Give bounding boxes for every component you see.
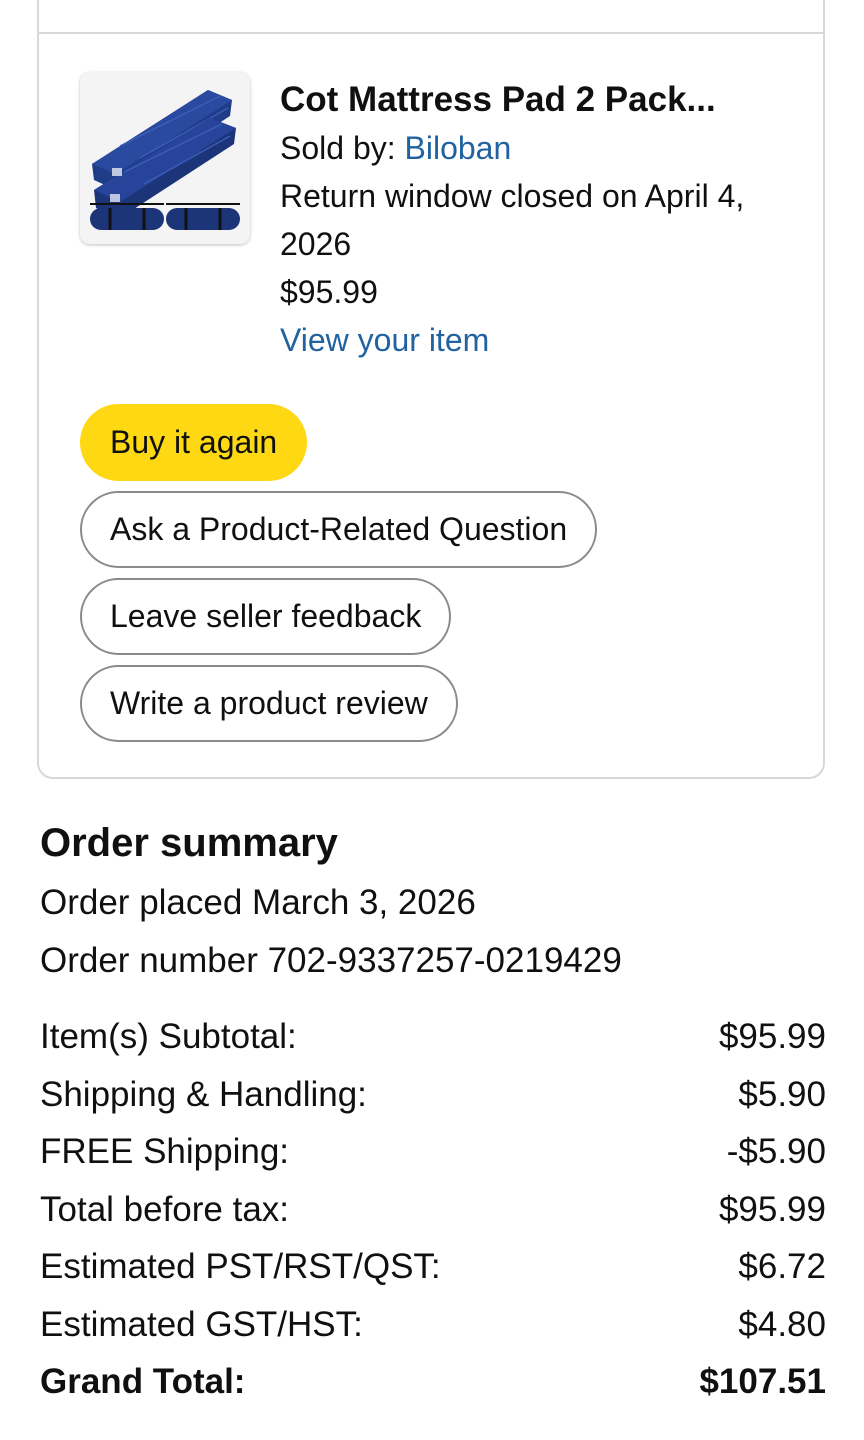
view-item-link[interactable]: View your item — [280, 316, 810, 364]
seller-feedback-button[interactable]: Leave seller feedback — [80, 578, 452, 655]
ask-question-button[interactable]: Ask a Product-Related Question — [80, 491, 598, 568]
total-label: FREE Shipping: — [40, 1132, 290, 1171]
item-title[interactable]: Cot Mattress Pad 2 Pack... — [280, 76, 810, 124]
return-window-text: Return window closed on April 4, 2026 — [280, 172, 810, 268]
order-summary: Order summary Order placed March 3, 2026… — [40, 812, 826, 1411]
total-row-pst: Estimated PST/RST/QST: $6.72 — [40, 1238, 826, 1296]
total-row-shipping: Shipping & Handling: $5.90 — [40, 1066, 826, 1124]
total-value: $6.72 — [738, 1247, 826, 1286]
total-value: -$5.90 — [726, 1132, 826, 1171]
order-details-page: Cot Mattress Pad 2 Pack... Sold by: Bilo… — [0, 0, 864, 1440]
total-row-subtotal: Item(s) Subtotal: $95.99 — [40, 1008, 826, 1066]
product-thumbnail[interactable] — [80, 72, 250, 244]
item-actions: Buy it again Ask a Product-Related Quest… — [80, 404, 598, 752]
sold-by: Sold by: Biloban — [280, 124, 810, 172]
total-value: $95.99 — [718, 1017, 826, 1056]
buy-again-button[interactable]: Buy it again — [80, 404, 308, 481]
total-label: Shipping & Handling: — [40, 1074, 367, 1114]
item-info: Cot Mattress Pad 2 Pack... Sold by: Bilo… — [280, 76, 810, 364]
total-value: $5.90 — [738, 1074, 826, 1114]
total-value: $4.80 — [738, 1304, 826, 1344]
total-value: $95.99 — [718, 1189, 826, 1229]
return-window-line2: 2026 — [280, 226, 352, 262]
grand-total-value: $107.51 — [699, 1362, 826, 1401]
grand-total-label: Grand Total: — [40, 1362, 246, 1401]
total-row-before-tax: Total before tax: $95.99 — [40, 1181, 826, 1239]
card-divider — [37, 32, 825, 34]
total-label: Estimated GST/HST: — [40, 1304, 363, 1344]
grand-total-row: Grand Total: $107.51 — [40, 1353, 826, 1411]
total-label: Estimated PST/RST/QST: — [40, 1247, 441, 1286]
total-row-free-shipping: FREE Shipping: -$5.90 — [40, 1123, 826, 1181]
sold-by-label: Sold by: — [280, 130, 405, 166]
total-row-gst: Estimated GST/HST: $4.80 — [40, 1296, 826, 1354]
order-number: Order number 702-9337257-0219429 — [40, 941, 622, 980]
total-label: Total before tax: — [40, 1189, 290, 1229]
mattress-pad-icon — [80, 72, 250, 244]
order-placed-date: Order placed March 3, 2026 — [40, 883, 476, 922]
order-totals: Item(s) Subtotal: $95.99 Shipping & Hand… — [40, 1008, 826, 1411]
seller-link[interactable]: Biloban — [405, 130, 512, 166]
total-label: Item(s) Subtotal: — [40, 1017, 297, 1056]
order-summary-title: Order summary — [40, 821, 338, 865]
return-window-line1: Return window closed on April 4, — [280, 178, 745, 214]
item-price: $95.99 — [280, 274, 378, 310]
product-review-button[interactable]: Write a product review — [80, 665, 458, 742]
